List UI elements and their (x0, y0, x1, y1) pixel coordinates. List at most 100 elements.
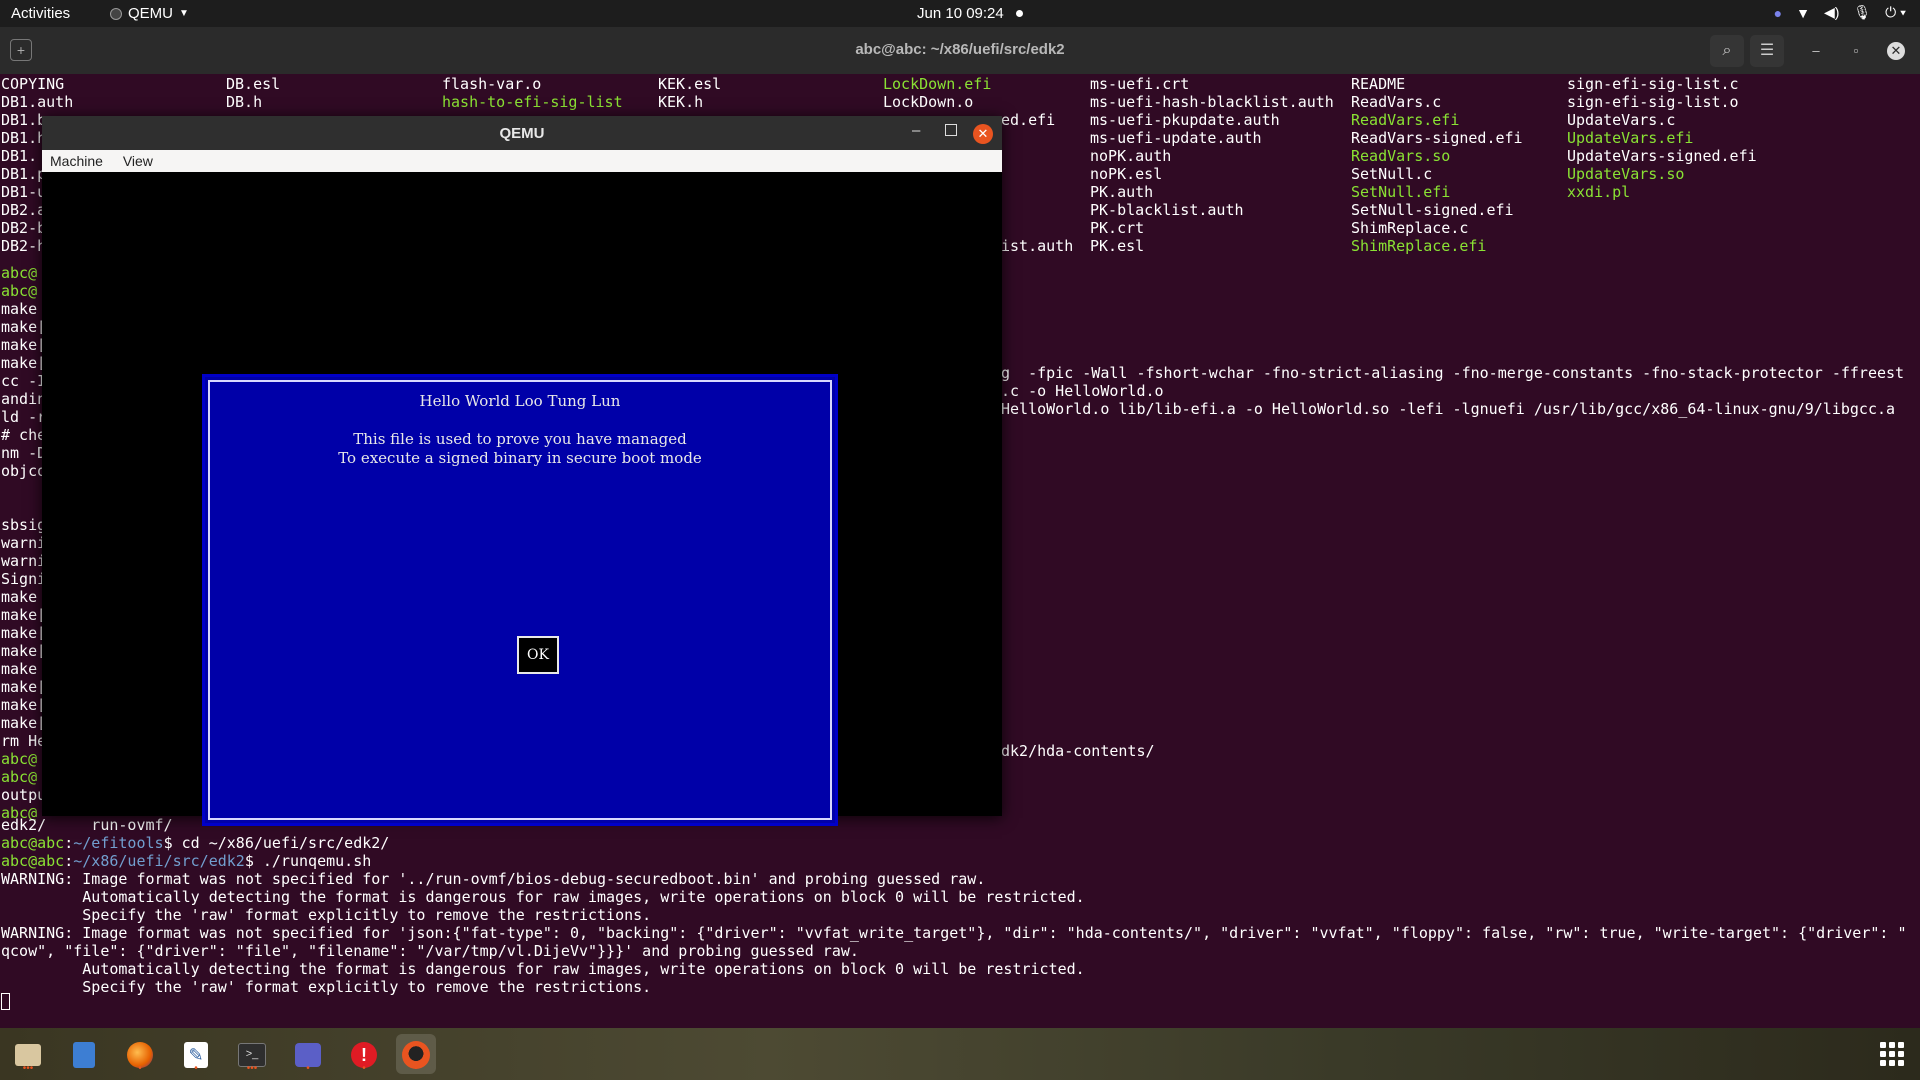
output-fragment: make[ (1, 678, 47, 696)
file-entry: DB.h (226, 93, 263, 111)
output-fragment: objco (1, 462, 47, 480)
wifi-icon[interactable]: ▼ (1796, 5, 1810, 21)
minimize-icon[interactable]: – (1807, 42, 1825, 60)
files-icon[interactable]: ••• (8, 1034, 48, 1074)
file-entry: UpdateVars.c (1567, 111, 1676, 129)
hamburger-menu-icon[interactable]: ☰ (1750, 35, 1784, 67)
file-entry: ReadVars.so (1351, 147, 1451, 165)
alert-icon[interactable]: ! • (344, 1034, 384, 1074)
output-fragment: ld -r (1, 408, 47, 426)
output-fragment: make (1, 660, 38, 678)
output-fragment: # che (1, 426, 47, 444)
file-entry: SetNull.c (1351, 165, 1433, 183)
file-entry: DB2-b (1, 219, 47, 237)
qemu-title: QEMU (499, 125, 545, 142)
file-entry: ReadVars.c (1351, 93, 1442, 111)
copy-target-line: dk2/hda-contents/ (1001, 742, 1155, 760)
clock[interactable]: Jun 10 09:24 (917, 5, 1004, 22)
file-entry: UpdateVars.efi (1567, 129, 1694, 147)
output-fragment: outpu (1, 786, 47, 804)
output-fragment: abc@ (1, 768, 38, 786)
file-entry: ms-uefi-hash-blacklist.auth (1090, 93, 1334, 111)
file-entry: PK.auth (1090, 183, 1154, 201)
firefox-icon[interactable]: • (120, 1034, 160, 1074)
file-entry: ShimReplace.c (1351, 219, 1469, 237)
system-tray[interactable]: ● ▼ ◀) 🎙 ⏻ ▾ (1774, 4, 1906, 21)
dock: ••• • ✎ • >_ ••• • ! • • (0, 1028, 1920, 1080)
prompt-line-2: abc@abc:~/x86/uefi/src/edk2$ ./runqemu.s… (1, 852, 372, 870)
teams-tray-icon[interactable]: ● (1774, 5, 1782, 21)
ok-button[interactable]: OK (517, 636, 559, 674)
warning-line: qcow", "file": {"driver": "file", "filen… (1, 942, 859, 960)
menu-view[interactable]: View (115, 150, 161, 169)
file-entry: DB1.b (1, 111, 47, 129)
file-entry: noPK.esl (1090, 165, 1163, 183)
output-fragment: make[ (1, 606, 47, 624)
file-entry: README (1351, 75, 1406, 93)
qemu-window[interactable]: QEMU – ✕ Machine View Hello World Loo Tu… (42, 116, 1002, 826)
file-entry: flash-var.o (442, 75, 542, 93)
prompt-command: $ ./runqemu.sh (244, 852, 372, 870)
file-entry: UpdateVars.so (1567, 165, 1685, 183)
output-fragment: make (1, 300, 38, 318)
file-entry: DB2.a (1, 201, 47, 219)
power-icon[interactable]: ⏻ ▾ (1885, 4, 1906, 21)
output-fragment: Signi (1, 570, 47, 588)
dir-list-line: edk2/ run-ovmf/ (1, 816, 173, 834)
text-editor-icon[interactable] (64, 1034, 104, 1074)
output-fragment: abc@ (1, 750, 38, 768)
caret-down-icon: ▼ (179, 8, 189, 19)
warning-line: Specify the 'raw' format explicitly to r… (1, 906, 652, 924)
terminal-headerbar: + abc@abc: ~/x86/uefi/src/edk2 ⌕ ☰ – ▫ ✕ (0, 27, 1920, 74)
terminal-title: abc@abc: ~/x86/uefi/src/edk2 (855, 41, 1065, 58)
prompt-path: ~/efitools (73, 834, 164, 852)
output-fragment: sbsig (1, 516, 47, 534)
warning-line: Specify the 'raw' format explicitly to r… (1, 978, 652, 996)
warning-line: Automatically detecting the format is da… (1, 960, 1085, 978)
file-entry: sign-efi-sig-list.o (1567, 93, 1739, 111)
file-entry: hash-to-efi-sig-list (442, 93, 623, 111)
menu-machine[interactable]: Machine (42, 150, 111, 169)
file-entry: LockDown.efi (883, 75, 992, 93)
output-fragment: nm -D (1, 444, 47, 462)
file-entry: PK.crt (1090, 219, 1145, 237)
notification-dot-icon (1016, 10, 1023, 17)
terminal-icon[interactable]: >_ ••• (232, 1034, 272, 1074)
qemu-titlebar[interactable]: QEMU – ✕ (42, 116, 1002, 150)
dialog-frame: Hello World Loo Tung Lun This file is us… (208, 380, 832, 820)
prompt-command: $ cd ~/x86/uefi/src/edk2/ (163, 834, 390, 852)
output-fragment: make (1, 588, 38, 606)
notes-icon[interactable]: ✎ • (176, 1034, 216, 1074)
app-menu[interactable]: QEMU ▼ (110, 5, 189, 22)
output-fragment: make[ (1, 354, 47, 372)
qemu-close-icon[interactable]: ✕ (973, 124, 993, 144)
teams-icon[interactable]: • (288, 1034, 328, 1074)
volume-icon[interactable]: ◀) (1824, 4, 1839, 21)
microphone-icon[interactable]: 🎙 (1853, 4, 1871, 21)
qemu-display[interactable]: Hello World Loo Tung Lun This file is us… (42, 172, 1002, 826)
dialog-message-line: To execute a signed binary in secure boo… (338, 449, 702, 467)
file-entry: PK-blacklist.auth (1090, 201, 1244, 219)
terminal-cursor (1, 993, 10, 1010)
qemu-minimize-icon[interactable]: – (912, 122, 920, 139)
uefi-dialog: Hello World Loo Tung Lun This file is us… (202, 374, 838, 826)
qemu-maximize-icon[interactable] (945, 124, 957, 136)
output-fragment: andin (1, 390, 47, 408)
file-entry: ReadVars-signed.efi (1351, 129, 1523, 147)
file-entry: SetNull-signed.efi (1351, 201, 1514, 219)
qemu-icon[interactable]: • (396, 1034, 436, 1074)
maximize-icon[interactable]: ▫ (1847, 42, 1865, 60)
compile-output-line: .c -o HelloWorld.o (1001, 382, 1164, 400)
search-icon[interactable]: ⌕ (1710, 35, 1744, 67)
show-applications-icon[interactable] (1880, 1042, 1904, 1066)
file-entry: DB1-u (1, 183, 47, 201)
file-entry: ReadVars.efi (1351, 111, 1460, 129)
dialog-title: Hello World Loo Tung Lun (419, 392, 621, 410)
link-line: HelloWorld.o lib/lib-efi.a -o HelloWorld… (1001, 400, 1896, 418)
file-entry: DB1.h (1, 129, 47, 147)
file-entry: DB2-h (1, 237, 47, 255)
compile-line: g -fpic -Wall -fshort-wchar -fno-strict-… (1001, 364, 1905, 382)
close-icon[interactable]: ✕ (1887, 42, 1905, 60)
output-fragment: make[ (1, 624, 47, 642)
activities-button[interactable]: Activities (11, 5, 70, 22)
